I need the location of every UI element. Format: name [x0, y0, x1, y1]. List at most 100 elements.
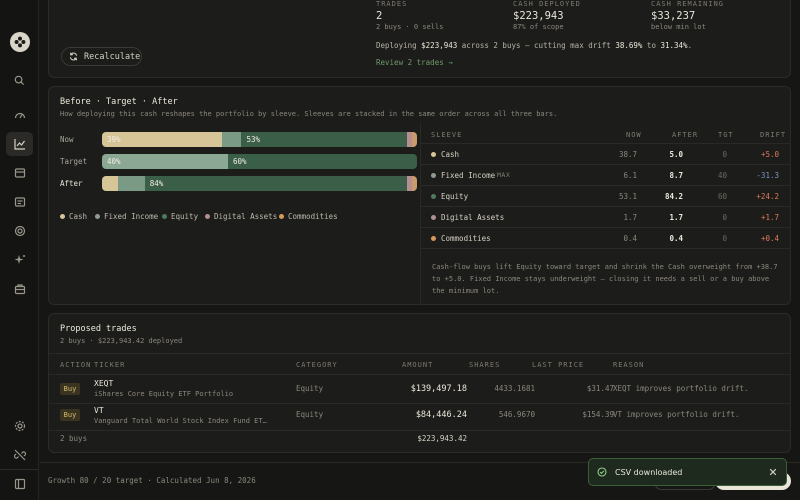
- sleeve-after: 0.4: [669, 234, 683, 243]
- deployed-sub: 87% of scope: [513, 23, 564, 31]
- col-sleeve: SLEEVE: [431, 131, 463, 139]
- trades-footer-count: 2 buys: [60, 434, 88, 443]
- target-icon[interactable]: [6, 219, 33, 243]
- gauge-icon[interactable]: [6, 103, 33, 127]
- sleeve-tag: MAX: [497, 171, 511, 179]
- footer-text: Growth 80 / 20 target · Calculated Jun 8…: [48, 476, 256, 485]
- sleeve-dot: [431, 173, 436, 178]
- trades-subtitle: 2 buys · $223,943.42 deployed: [60, 337, 183, 345]
- trades-label: TRADES: [376, 0, 408, 8]
- legend-commodities: Commodities: [279, 212, 338, 221]
- sparkle-icon[interactable]: [6, 248, 33, 272]
- link-off-icon[interactable]: [6, 443, 33, 467]
- main-content: Recalculate TRADES 2 2 buys · 0 sells CA…: [40, 0, 800, 500]
- sleeve-tgt: 40: [717, 171, 727, 180]
- table-row-line: [49, 430, 790, 431]
- trade-shares: 546.9670: [498, 410, 535, 419]
- sleeve-after: 1.7: [669, 213, 683, 222]
- table-row-line: [421, 206, 791, 207]
- chart-icon[interactable]: [6, 132, 33, 156]
- col-last-price: LAST PRICE: [532, 361, 585, 369]
- trade-last-price: $154.39: [582, 410, 614, 419]
- trades-value: 2: [376, 10, 383, 22]
- bar-label-after: After: [60, 179, 83, 188]
- ticker-symbol[interactable]: VT: [94, 406, 104, 415]
- check-circle-icon: [597, 467, 607, 477]
- sleeve-after: 84.2: [664, 192, 683, 201]
- sleeve-now: 0.4: [623, 234, 637, 243]
- legend-dot: [95, 214, 100, 219]
- table-row-line: [421, 164, 791, 165]
- inbox-icon[interactable]: [6, 161, 33, 185]
- trades-title-line: [49, 353, 790, 354]
- section-divider: [420, 123, 421, 305]
- legend-dot: [162, 214, 167, 219]
- sleeve-drift: +0.4: [760, 234, 779, 243]
- col-tgt: TGT: [718, 131, 734, 139]
- bar-segment: 39%: [102, 132, 223, 147]
- recalculate-label: Recalculate: [84, 51, 141, 62]
- legend-dot: [205, 214, 210, 219]
- legend-equity: Equity: [162, 212, 198, 221]
- briefcase-icon[interactable]: [6, 277, 33, 301]
- bar-now: 39% 53%: [102, 132, 417, 147]
- summary-card: Recalculate TRADES 2 2 buys · 0 sells CA…: [48, 0, 791, 78]
- proposed-trades-card: Proposed trades 2 buys · $223,943.42 dep…: [48, 313, 791, 453]
- trade-shares: 4433.1681: [494, 384, 535, 393]
- sidebar-divider: [0, 469, 39, 470]
- sleeve-now: 1.7: [623, 213, 637, 222]
- sleeve-after: 8.7: [669, 171, 683, 180]
- sleeve-tgt: 0: [722, 213, 727, 222]
- col-shares: SHARES: [469, 361, 501, 369]
- document-icon[interactable]: [6, 190, 33, 214]
- bar-segment: 84%: [144, 176, 407, 191]
- action-badge-buy: Buy: [60, 383, 80, 395]
- trades-title: Proposed trades: [60, 324, 137, 334]
- ticker-symbol[interactable]: XEQT: [94, 379, 113, 388]
- sleeve-tgt: 0: [722, 234, 727, 243]
- review-trades-link[interactable]: Review 2 trades →: [376, 58, 453, 67]
- sleeve-dot: [431, 236, 436, 241]
- settings-icon[interactable]: [6, 414, 33, 438]
- search-icon[interactable]: [6, 68, 33, 92]
- trade-reason: XEQT improves portfolio drift.: [613, 384, 749, 393]
- app-logo-icon[interactable]: [10, 32, 30, 52]
- sidebar-toggle-icon[interactable]: [6, 472, 33, 496]
- sleeve-now: 38.7: [618, 150, 637, 159]
- trade-amount: $84,446.24: [415, 410, 467, 420]
- deploy-summary-text: Deploying $223,943 across 2 buys — cutti…: [376, 41, 693, 50]
- before-target-after-card: Before · Target · After How deploying th…: [48, 86, 791, 305]
- bar-target: 40% 60%: [102, 154, 417, 169]
- trade-last-price: $31.47: [586, 384, 614, 393]
- col-reason: REASON: [613, 361, 645, 369]
- legend-dot: [279, 214, 284, 219]
- table-row-line: [421, 227, 791, 228]
- remaining-value: $33,237: [651, 10, 696, 22]
- toast-message: CSV downloaded: [615, 467, 683, 477]
- trade-reason: VT improves portfolio drift.: [613, 410, 740, 419]
- close-icon[interactable]: [769, 468, 777, 476]
- sleeve-now: 53.1: [618, 192, 637, 201]
- recalculate-button[interactable]: Recalculate: [61, 47, 142, 66]
- sleeve-drift: -31.3: [756, 171, 779, 180]
- bta-title: Before · Target · After: [60, 97, 178, 107]
- bar-segment: [102, 176, 118, 191]
- ticker-name: Vanguard Total World Stock Index Fund ET…: [94, 417, 267, 425]
- legend-fixed-income: Fixed Income: [95, 212, 158, 221]
- legend-dot: [60, 214, 65, 219]
- col-after: AFTER: [672, 131, 699, 139]
- deployed-label: CASH DEPLOYED: [513, 0, 581, 8]
- trades-footer-total: $223,943.42: [417, 434, 467, 443]
- bar-label-now: Now: [60, 135, 74, 144]
- sleeve-tgt: 60: [717, 192, 727, 201]
- sidebar: [0, 0, 39, 500]
- col-amount: AMOUNT: [402, 361, 434, 369]
- bar-label-target: Target: [60, 157, 88, 166]
- legend-cash: Cash: [60, 212, 87, 221]
- table-row-line: [49, 403, 790, 404]
- bar-segment: 40%: [102, 154, 228, 169]
- col-category: CATEGORY: [296, 361, 338, 369]
- sleeve-dot: [431, 215, 436, 220]
- sleeve-now: 6.1: [623, 171, 637, 180]
- bar-segment: [412, 176, 417, 191]
